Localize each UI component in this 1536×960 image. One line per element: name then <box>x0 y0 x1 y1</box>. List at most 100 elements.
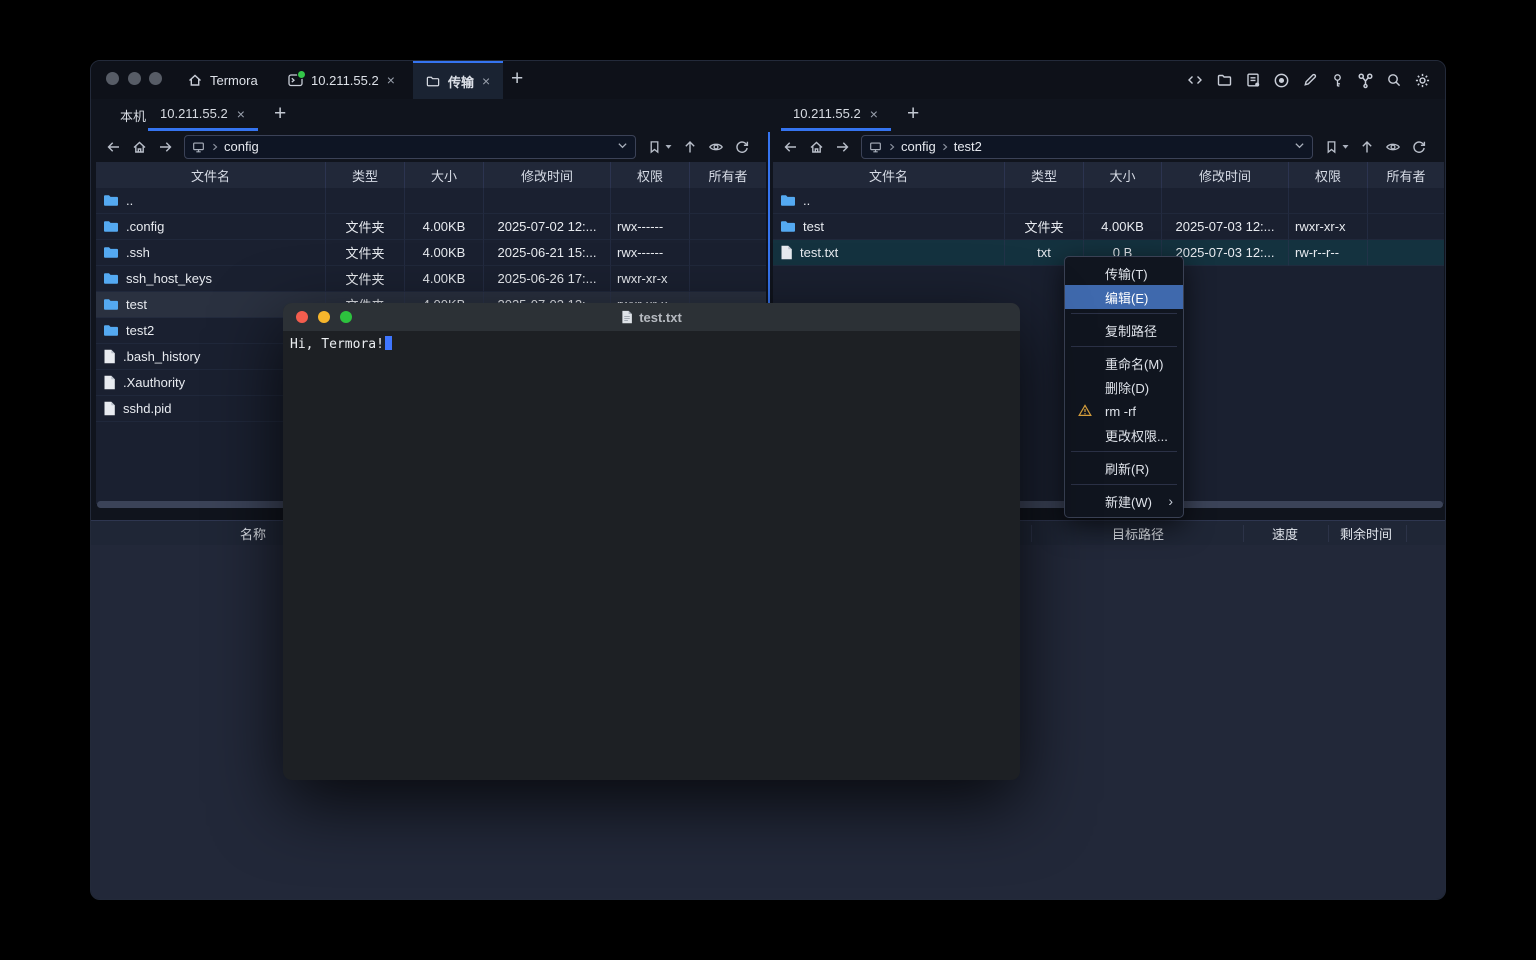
column-header[interactable]: 大小 <box>405 162 484 188</box>
menu-item-change-permissions[interactable]: 更改权限... <box>1065 423 1183 447</box>
upload-icon[interactable] <box>1359 139 1375 155</box>
menu-item-copy-path[interactable]: 复制路径 <box>1065 318 1183 342</box>
file-icon <box>103 349 116 364</box>
code-icon[interactable] <box>1186 72 1204 88</box>
refresh-icon[interactable] <box>1411 139 1427 155</box>
right-path-input[interactable]: config test2 <box>861 135 1313 159</box>
table-row[interactable]: .. <box>96 188 766 214</box>
terminal-icon <box>287 72 304 88</box>
breadcrumb[interactable]: test2 <box>954 139 982 154</box>
traffic-close-button[interactable] <box>106 72 119 85</box>
right-new-tab-button[interactable]: + <box>907 102 919 126</box>
close-icon[interactable]: × <box>386 73 396 87</box>
home-icon <box>187 72 203 88</box>
menu-item-refresh[interactable]: 刷新(R) <box>1065 456 1183 480</box>
home-icon[interactable] <box>131 139 148 155</box>
column-header[interactable]: 权限 <box>611 162 690 188</box>
forward-icon[interactable] <box>834 139 851 155</box>
left-new-tab-button[interactable]: + <box>274 102 286 126</box>
menu-item-delete[interactable]: 删除(D) <box>1065 375 1183 399</box>
menu-item-new[interactable]: 新建(W) › <box>1065 489 1183 513</box>
folder-icon <box>103 220 119 233</box>
close-icon[interactable]: × <box>869 107 879 121</box>
chevron-right-icon <box>887 142 897 152</box>
bookmark-icon[interactable] <box>1324 139 1339 155</box>
show-hidden-eye-icon[interactable] <box>707 139 725 155</box>
table-row[interactable]: .config 文件夹4.00KB2025-07-02 12:...rwx---… <box>96 214 766 240</box>
column-header[interactable]: 速度 <box>1272 521 1298 546</box>
column-header[interactable]: 文件名 <box>773 162 1005 188</box>
traffic-zoom-button[interactable] <box>340 311 352 323</box>
pencil-icon[interactable] <box>1302 72 1318 88</box>
column-header[interactable]: 大小 <box>1084 162 1162 188</box>
upload-icon[interactable] <box>682 139 698 155</box>
table-row[interactable]: test 文件夹4.00KB2025-07-03 12:...rwxr-xr-x <box>773 214 1444 240</box>
column-header[interactable]: 所有者 <box>690 162 766 188</box>
computer-icon <box>868 140 883 154</box>
context-menu: 传输(T) 编辑(E) 复制路径 重命名(M) 删除(D) rm -rf 更改权… <box>1064 256 1184 518</box>
chevron-down-icon[interactable] <box>1293 139 1306 155</box>
keychain-icon[interactable] <box>1357 72 1374 89</box>
computer-icon <box>191 140 206 154</box>
right-panel-tabs: 10.211.55.2 × + <box>773 99 1444 131</box>
close-icon[interactable]: × <box>481 74 491 88</box>
record-icon[interactable] <box>1273 72 1290 89</box>
bookmark-icon[interactable] <box>647 139 662 155</box>
home-icon[interactable] <box>808 139 825 155</box>
editor-window: test.txt Hi, Termora! <box>283 303 1020 780</box>
log-icon[interactable] <box>1245 72 1261 88</box>
refresh-icon[interactable] <box>734 139 750 155</box>
tab-right-remote[interactable]: 10.211.55.2 × <box>781 99 891 131</box>
new-tab-button[interactable]: + <box>511 67 523 91</box>
table-row[interactable]: .ssh 文件夹4.00KB2025-06-21 15:...rwx------ <box>96 240 766 266</box>
editor-content[interactable]: Hi, Termora! <box>283 331 1020 357</box>
folder-icon[interactable] <box>1216 72 1233 88</box>
traffic-close-button[interactable] <box>296 311 308 323</box>
chevron-down-icon[interactable] <box>616 139 629 155</box>
left-path-input[interactable]: config <box>184 135 636 159</box>
editor-titlebar[interactable]: test.txt <box>283 303 1020 331</box>
breadcrumb[interactable]: config <box>224 139 259 154</box>
breadcrumb[interactable]: config <box>901 139 936 154</box>
menu-item-rename[interactable]: 重命名(M) <box>1065 351 1183 375</box>
table-row[interactable]: .. <box>773 188 1444 214</box>
column-header[interactable]: 文件名 <box>96 162 326 188</box>
column-header[interactable]: 修改时间 <box>1162 162 1289 188</box>
close-icon[interactable]: × <box>236 107 246 121</box>
file-icon <box>621 310 633 324</box>
column-header[interactable]: 类型 <box>1005 162 1084 188</box>
column-header[interactable]: 权限 <box>1289 162 1368 188</box>
traffic-minimize-button[interactable] <box>318 311 330 323</box>
column-header[interactable]: 类型 <box>326 162 405 188</box>
back-icon[interactable] <box>782 139 799 155</box>
menu-item-rm-rf[interactable]: rm -rf <box>1065 399 1183 423</box>
forward-icon[interactable] <box>157 139 174 155</box>
menu-item-edit[interactable]: 编辑(E) <box>1065 285 1183 309</box>
column-header[interactable]: 剩余时间 <box>1340 521 1392 546</box>
file-icon <box>103 375 116 390</box>
search-icon[interactable] <box>1386 72 1402 88</box>
traffic-minimize-button[interactable] <box>128 72 141 85</box>
tab-left-remote[interactable]: 10.211.55.2 × <box>148 99 258 131</box>
key-icon[interactable] <box>1330 72 1345 89</box>
column-header[interactable]: 目标路径 <box>1112 521 1164 546</box>
tab-home[interactable]: Termora <box>187 61 258 99</box>
menu-separator <box>1071 313 1177 314</box>
column-header[interactable]: 所有者 <box>1368 162 1444 188</box>
menu-item-transfer[interactable]: 传输(T) <box>1065 261 1183 285</box>
bookmark-caret-icon[interactable] <box>664 138 673 156</box>
back-icon[interactable] <box>105 139 122 155</box>
folder-icon <box>103 324 119 337</box>
traffic-zoom-button[interactable] <box>149 72 162 85</box>
tab-left-remote-label: 10.211.55.2 <box>160 106 228 121</box>
bookmark-caret-icon[interactable] <box>1341 138 1350 156</box>
table-row[interactable]: ssh_host_keys 文件夹4.00KB2025-06-26 17:...… <box>96 266 766 292</box>
left-table-header: 文件名 类型 大小 修改时间 权限 所有者 <box>96 162 766 188</box>
titlebar[interactable]: Termora 10.211.55.2 × 传输 × + <box>91 61 1445 99</box>
tab-transfer[interactable]: 传输 × <box>413 61 503 99</box>
column-header[interactable]: 修改时间 <box>484 162 611 188</box>
settings-icon[interactable] <box>1414 72 1431 89</box>
show-hidden-eye-icon[interactable] <box>1384 139 1402 155</box>
column-header[interactable]: 名称 <box>240 521 266 546</box>
tab-ssh-session[interactable]: 10.211.55.2 × <box>287 61 396 99</box>
